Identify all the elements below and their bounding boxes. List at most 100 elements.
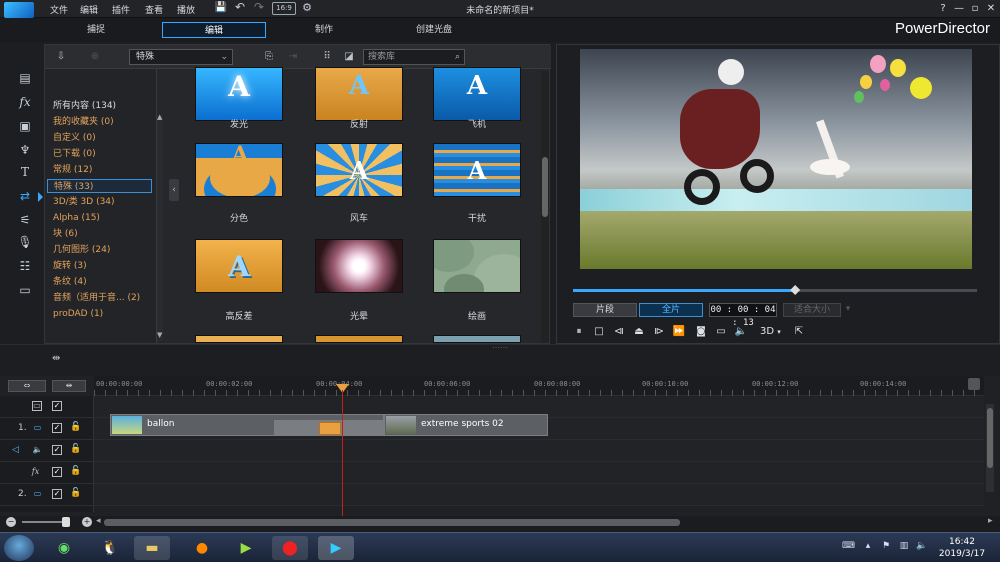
snapshot-camera-icon[interactable]: ◙ bbox=[693, 325, 709, 339]
aspect-ratio-button[interactable]: 16:9 bbox=[272, 2, 296, 15]
track-lane[interactable] bbox=[94, 440, 984, 462]
scroll-up-icon[interactable]: ▲ bbox=[157, 113, 162, 121]
effect-thumbnail-windmill[interactable]: A bbox=[315, 143, 403, 197]
zoom-dropdown[interactable]: 适合大小 bbox=[783, 303, 841, 317]
ruler-end-marker[interactable] bbox=[968, 378, 980, 390]
effect-thumbnail-reflection[interactable]: A bbox=[315, 67, 403, 121]
volume-icon[interactable]: 🔈 bbox=[733, 325, 749, 339]
track-lane[interactable] bbox=[94, 462, 984, 484]
category-general[interactable]: 常规 (12) bbox=[53, 163, 92, 177]
effects-room-icon[interactable]: fx bbox=[16, 94, 34, 111]
lock-icon[interactable]: 🔓 bbox=[70, 444, 81, 456]
effect-thumbnail-split-color[interactable]: A bbox=[195, 143, 283, 197]
scroll-left-icon[interactable]: ◂ bbox=[96, 516, 101, 526]
particle-room-icon[interactable]: ♆ bbox=[16, 142, 34, 159]
tab-edit[interactable]: 编辑 bbox=[162, 22, 266, 38]
collapse-panel-button[interactable]: ‹ bbox=[169, 179, 179, 201]
media-room-icon[interactable]: ▤ bbox=[16, 70, 34, 87]
vertical-scrollbar-thumb[interactable] bbox=[987, 408, 993, 468]
transition-room-icon[interactable]: ⇄ bbox=[16, 188, 34, 205]
subtitle-room-icon[interactable]: ▭ bbox=[16, 282, 34, 299]
video-preview[interactable] bbox=[580, 49, 972, 269]
zoom-slider-handle[interactable] bbox=[62, 517, 70, 527]
effect-thumbnail-partial[interactable] bbox=[315, 335, 403, 343]
next-frame-icon[interactable]: ⧐ bbox=[651, 325, 667, 339]
timeline-clip-extreme-sports[interactable]: extreme sports 02 bbox=[384, 414, 548, 436]
grid-view-icon[interactable]: ⠿ bbox=[319, 49, 335, 65]
fast-forward-icon[interactable]: ⏩ bbox=[671, 325, 687, 339]
category-scrollbar[interactable]: ▲ ▼ bbox=[157, 113, 163, 341]
track-enable-checkbox[interactable]: ✓ bbox=[52, 401, 62, 411]
minimize-button[interactable]: — bbox=[952, 2, 966, 16]
browser-360-icon[interactable]: ◉ bbox=[46, 536, 82, 560]
thumbnail-size-icon[interactable]: ◪ bbox=[341, 49, 357, 65]
scroll-right-icon[interactable]: ▸ bbox=[988, 516, 993, 526]
menu-plugins[interactable]: 插件 bbox=[112, 3, 130, 16]
zoom-out-icon[interactable]: − bbox=[6, 517, 16, 527]
download-globe-icon[interactable]: ⊕ bbox=[87, 49, 103, 65]
close-button[interactable]: ✕ bbox=[984, 2, 998, 16]
track-enable-checkbox[interactable]: ✓ bbox=[52, 445, 62, 455]
lock-icon[interactable]: 🔓 bbox=[70, 488, 81, 500]
voiceover-microphone-icon[interactable]: 🎙 bbox=[16, 234, 34, 251]
pip-room-icon[interactable]: ▣ bbox=[16, 118, 34, 135]
firefox-icon[interactable]: ● bbox=[184, 536, 220, 560]
menu-view[interactable]: 查看 bbox=[145, 3, 163, 16]
category-block[interactable]: 块 (6) bbox=[53, 227, 78, 241]
save-icon[interactable]: 💾 bbox=[214, 2, 228, 15]
track-enable-checkbox[interactable]: ✓ bbox=[52, 423, 62, 433]
system-clock[interactable]: 16:42 2019/3/17 bbox=[932, 536, 992, 560]
category-favorites[interactable]: 我的收藏夹 (0) bbox=[53, 115, 114, 129]
flag-icon[interactable]: ⚑ bbox=[880, 541, 892, 553]
track-enable-checkbox[interactable]: ✓ bbox=[52, 489, 62, 499]
pause-icon[interactable]: ⏸ bbox=[571, 325, 587, 339]
screen-recorder-icon[interactable]: ⬤ bbox=[272, 536, 308, 560]
fit-timeline-icon[interactable]: ⇹ bbox=[52, 353, 60, 364]
transition-block[interactable] bbox=[274, 420, 384, 436]
storyboard-view-icon[interactable]: ⇔ bbox=[8, 380, 46, 392]
stop-icon[interactable]: □ bbox=[591, 325, 607, 339]
mark-icon[interactable]: ⏏ bbox=[631, 325, 647, 339]
title-room-icon[interactable]: T bbox=[16, 164, 34, 181]
previous-frame-icon[interactable]: ⧏ bbox=[611, 325, 627, 339]
category-dropdown[interactable]: 特殊 ⌄ bbox=[129, 49, 233, 65]
help-button[interactable]: ? bbox=[936, 2, 950, 16]
category-3d[interactable]: 3D/类 3D (34) bbox=[53, 195, 115, 209]
resize-grip-icon[interactable]: ⋯⋯ bbox=[492, 343, 508, 352]
category-downloaded[interactable]: 已下载 (0) bbox=[53, 147, 96, 161]
category-stripes[interactable]: 条纹 (4) bbox=[53, 275, 87, 289]
category-custom[interactable]: 自定义 (0) bbox=[53, 131, 96, 145]
track-enable-checkbox[interactable]: ✓ bbox=[52, 467, 62, 477]
new-item-icon[interactable]: ⎘ bbox=[261, 49, 277, 65]
menu-play[interactable]: 播放 bbox=[177, 3, 195, 16]
lock-icon[interactable]: 🔓 bbox=[70, 466, 81, 478]
subtitle-icon[interactable]: ▭ bbox=[713, 325, 729, 339]
vertical-scrollbar[interactable] bbox=[986, 404, 994, 492]
qq-icon[interactable]: 🐧 bbox=[92, 536, 128, 560]
effects-scrollbar-thumb[interactable] bbox=[542, 157, 548, 217]
tab-create-disc[interactable]: 创建光盘 bbox=[382, 22, 486, 38]
effect-thumbnail-partial[interactable] bbox=[433, 335, 521, 343]
restore-button[interactable]: ▫ bbox=[968, 2, 982, 16]
category-rotate[interactable]: 旋转 (3) bbox=[53, 259, 87, 273]
timeline-horizontal-scrollbar[interactable] bbox=[104, 519, 680, 526]
scrub-handle[interactable] bbox=[790, 285, 801, 295]
effect-thumbnail-halo[interactable] bbox=[315, 239, 403, 293]
timeline-view-icon[interactable]: ⇹ bbox=[52, 380, 86, 392]
effect-thumbnail-painting[interactable] bbox=[433, 239, 521, 293]
start-button[interactable] bbox=[4, 535, 34, 561]
redo-icon[interactable]: ↷ bbox=[252, 1, 266, 15]
movie-mode-button[interactable]: 全片 bbox=[639, 303, 703, 317]
powerdirector-taskbar-icon[interactable]: ▶ bbox=[318, 536, 354, 560]
undock-preview-icon[interactable]: ⇱ bbox=[791, 325, 807, 339]
menu-edit[interactable]: 编辑 bbox=[80, 3, 98, 16]
effect-thumbnail-partial[interactable] bbox=[195, 335, 283, 343]
keyboard-icon[interactable]: ⌨ bbox=[842, 541, 855, 553]
library-search-input[interactable]: 搜索库 ⌕ bbox=[363, 49, 465, 65]
category-audio[interactable]: 音频（适用于音... (2) bbox=[53, 291, 153, 305]
export-icon[interactable]: ⇥ bbox=[285, 49, 301, 65]
undo-icon[interactable]: ↶ bbox=[233, 1, 247, 15]
tab-capture[interactable]: 捕捉 bbox=[44, 22, 148, 38]
audio-mixing-icon[interactable]: ⚟ bbox=[16, 212, 34, 229]
video-editor-icon[interactable]: ▶ bbox=[228, 536, 264, 560]
